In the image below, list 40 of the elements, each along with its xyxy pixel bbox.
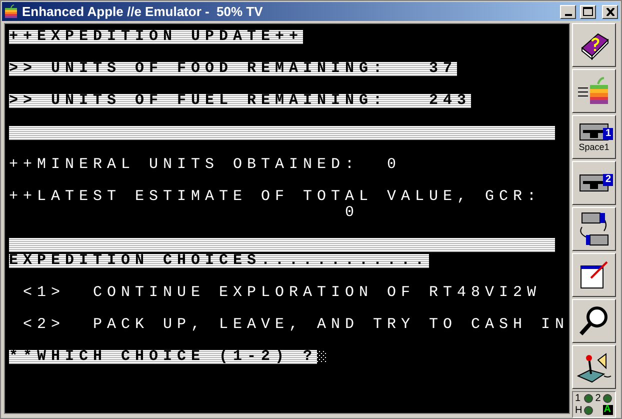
screen-text: ++MINERAL UNITS OBTAINED: 0 bbox=[9, 158, 402, 172]
toolbar-button[interactable]: 1 Space1 bbox=[572, 115, 616, 159]
drive-label: 2 bbox=[595, 393, 602, 404]
disk-drive-icon bbox=[579, 173, 609, 193]
toolbar-button[interactable] bbox=[572, 299, 616, 343]
screen-text: ++LATEST ESTIMATE OF TOTAL VALUE, GCR: bbox=[9, 190, 542, 204]
drive-label: 1 bbox=[575, 393, 582, 404]
hard-disk-led bbox=[584, 406, 594, 415]
minimize-button[interactable] bbox=[560, 4, 576, 18]
drive-number: 1 bbox=[603, 128, 613, 140]
prompt-text: **WHICH CHOICE (1-2) ? bbox=[9, 350, 318, 364]
inverse-text: >> UNITS OF FUEL REMAINING: 243 bbox=[9, 94, 472, 108]
joystick-icon bbox=[576, 350, 612, 384]
screen-text: <1> CONTINUE EXPLORATION OF RT48VI2W bbox=[22, 286, 542, 300]
inverse-text: ++EXPEDITION UPDATE++ bbox=[9, 30, 304, 44]
window-title: Enhanced Apple //e Emulator - 50% TV bbox=[22, 4, 264, 19]
close-icon bbox=[606, 8, 614, 16]
maximize-button[interactable] bbox=[580, 4, 596, 18]
toolbar-button[interactable] bbox=[572, 345, 616, 389]
screen-text: <2> PACK UP, LEAVE, AND TRY TO CASH IN bbox=[22, 318, 570, 332]
drive-number: 2 bbox=[603, 174, 613, 186]
toolbar-button[interactable] bbox=[572, 23, 616, 67]
hard-disk-label: H bbox=[575, 404, 584, 416]
toolbar-button[interactable] bbox=[572, 69, 616, 113]
inverse-text: EXPEDITION CHOICES............ bbox=[9, 254, 430, 268]
close-button[interactable] bbox=[602, 4, 618, 18]
maximize-icon bbox=[583, 7, 593, 16]
inverse-text: >> UNITS OF FOOD REMAINING: 37 bbox=[9, 62, 458, 76]
screen-text: 0 bbox=[344, 206, 360, 220]
apple-logo-icon bbox=[4, 4, 18, 19]
minimize-icon bbox=[564, 14, 572, 16]
drive-caption: Space1 bbox=[578, 142, 610, 152]
search-icon bbox=[578, 305, 610, 337]
toolbar-button[interactable] bbox=[572, 207, 616, 251]
drive-led bbox=[584, 394, 594, 404]
drive-led bbox=[602, 394, 612, 404]
toolbar-button[interactable]: 2 bbox=[572, 161, 616, 205]
fullscreen-icon bbox=[579, 260, 609, 290]
caps-lock-indicator: A bbox=[602, 405, 613, 416]
toolbar-button[interactable] bbox=[572, 253, 616, 297]
